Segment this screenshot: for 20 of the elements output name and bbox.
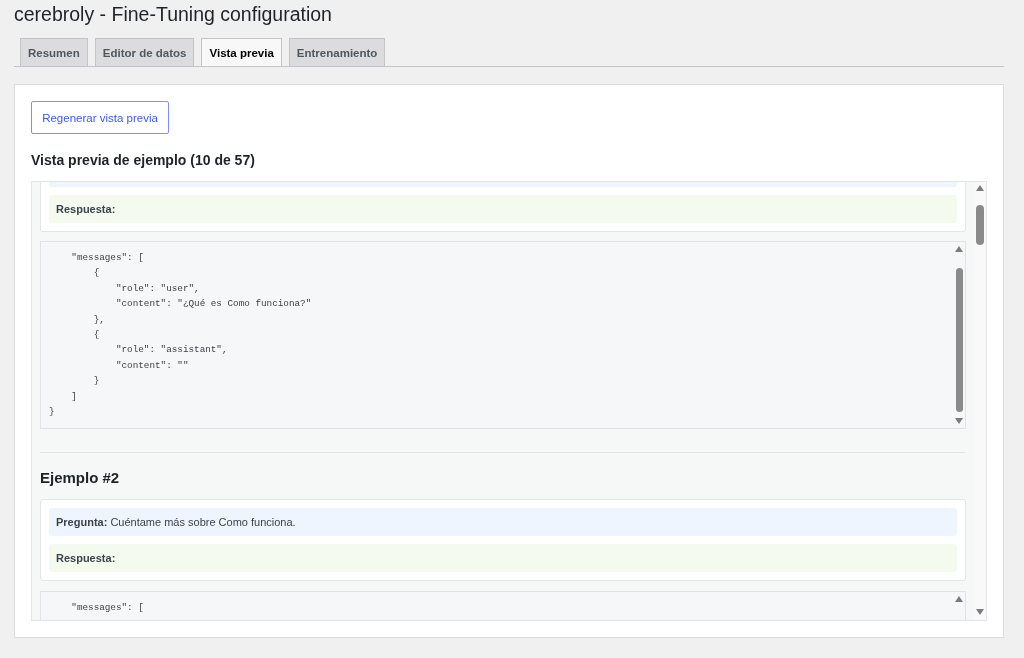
page-title: cerebroly - Fine-Tuning configuration bbox=[14, 2, 332, 27]
tab[interactable]: Editor de datos bbox=[94, 38, 195, 66]
scroll-up-icon[interactable] bbox=[955, 246, 963, 252]
json-code: "messages": [ bbox=[70, 601, 144, 615]
scrollbar-thumb[interactable] bbox=[976, 205, 984, 245]
scroll-down-icon[interactable] bbox=[955, 418, 963, 424]
regenerate-preview-button[interactable]: Regenerar vista previa bbox=[31, 101, 169, 134]
json-code: "messages": [ { "role": "user", "content": "¿Qué es Como funciona?" }, { "role": "assistant", "content": "" } ] } bbox=[49, 251, 312, 420]
scroll-up-icon[interactable] bbox=[976, 185, 984, 191]
tab[interactable]: Entrenamiento bbox=[288, 38, 386, 66]
scrollbar-thumb[interactable] bbox=[955, 268, 963, 412]
answer-row: Respuesta: bbox=[49, 544, 957, 572]
example-heading: Ejemplo #2 bbox=[40, 468, 120, 488]
answer-row: Respuesta: bbox=[49, 195, 957, 223]
scroll-up-icon[interactable] bbox=[955, 596, 963, 602]
question-row: Pregunta: Cuéntame más sobre Como funciona. bbox=[49, 508, 957, 536]
tab[interactable]: Resumen bbox=[20, 38, 88, 66]
tab[interactable]: Vista previa bbox=[201, 38, 282, 66]
section-heading: Vista previa de ejemplo (10 de 57) bbox=[31, 151, 255, 170]
scroll-down-icon[interactable] bbox=[976, 609, 984, 615]
